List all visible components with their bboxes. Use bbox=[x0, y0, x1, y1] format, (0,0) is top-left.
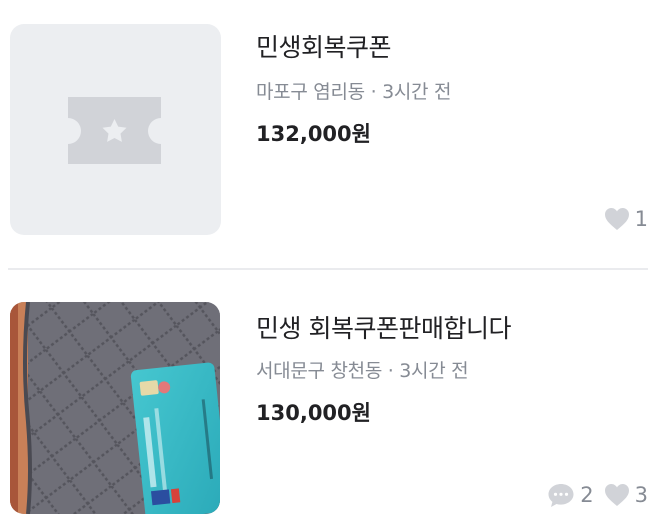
chat-count: 2 bbox=[580, 483, 594, 507]
item-meta: 마포구 염리동 · 3시간 전 bbox=[256, 77, 451, 104]
list-item[interactable]: 민생회복쿠폰 마포구 염리동 · 3시간 전 132,000원 1 bbox=[0, 0, 670, 268]
item-thumbnail[interactable] bbox=[10, 24, 221, 235]
item-time: 3시간 전 bbox=[399, 360, 469, 382]
item-time: 3시간 전 bbox=[382, 81, 452, 103]
meta-separator: · bbox=[370, 81, 377, 103]
ticket-placeholder-icon bbox=[68, 97, 161, 164]
item-title[interactable]: 민생 회복쿠폰판매합니다 bbox=[256, 309, 511, 345]
like-count: 3 bbox=[634, 483, 648, 507]
item-meta: 서대문구 창천동 · 3시간 전 bbox=[256, 356, 469, 383]
item-counts: 2 3 bbox=[537, 482, 648, 508]
divider bbox=[8, 268, 648, 270]
meta-separator: · bbox=[387, 360, 394, 382]
item-price: 130,000원 bbox=[256, 401, 371, 425]
chat-bubble-icon bbox=[548, 484, 574, 507]
item-thumbnail[interactable] bbox=[10, 302, 220, 514]
product-list: 민생회복쿠폰 마포구 염리동 · 3시간 전 132,000원 1 민생 회복쿠… bbox=[0, 0, 670, 526]
item-location: 서대문구 창천동 bbox=[256, 360, 383, 382]
item-price: 132,000원 bbox=[256, 122, 371, 146]
heart-icon bbox=[604, 208, 629, 230]
item-photo bbox=[10, 302, 220, 514]
item-title[interactable]: 민생회복쿠폰 bbox=[256, 28, 392, 64]
like-count-group: 1 bbox=[604, 207, 648, 231]
item-counts: 1 bbox=[594, 207, 648, 231]
like-count: 1 bbox=[634, 207, 648, 231]
heart-icon bbox=[604, 484, 629, 506]
item-location: 마포구 염리동 bbox=[256, 81, 365, 103]
list-item[interactable]: 민생 회복쿠폰판매합니다 서대문구 창천동 · 3시간 전 130,000원 2 bbox=[0, 276, 670, 526]
like-count-group: 3 bbox=[604, 483, 648, 507]
chat-count-group: 2 bbox=[547, 482, 594, 508]
